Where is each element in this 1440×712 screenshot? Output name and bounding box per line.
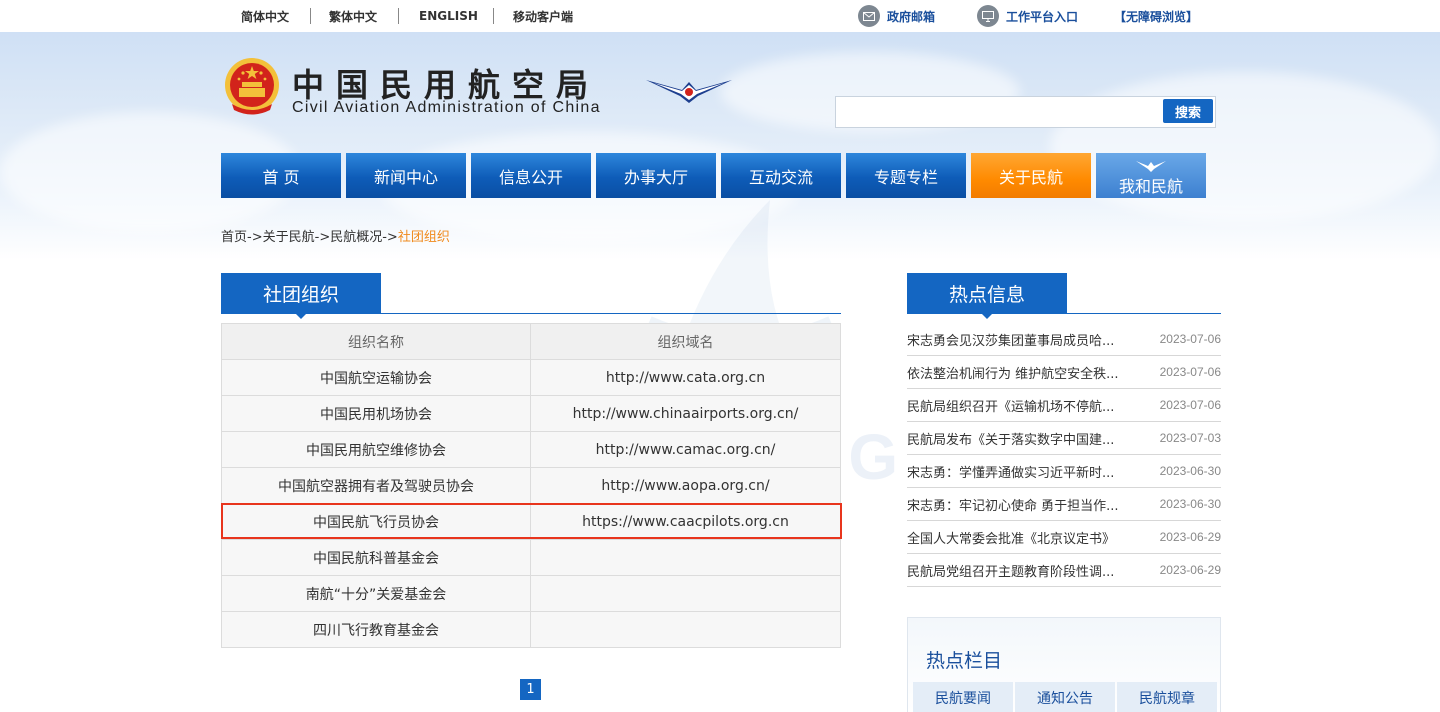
list-item[interactable]: 全国人大常委会批准《北京议定书》 2023-06-29 (907, 521, 1221, 554)
org-domain-link[interactable]: http://www.chinaairports.org.cn/ (530, 395, 841, 432)
news-title-link[interactable]: 民航局发布《关于落实数字中国建... (907, 429, 1114, 448)
list-item[interactable]: 宋志勇：牢记初心使命 勇于担当作... 2023-06-30 (907, 488, 1221, 521)
hot-info-divider (907, 313, 1221, 314)
org-name: 中国航空运输协会 (221, 359, 531, 396)
national-emblem-icon (222, 56, 282, 118)
org-name: 中国民航科普基金会 (221, 539, 531, 576)
breadcrumb-overview[interactable]: 民航概况 (330, 230, 382, 245)
news-date: 2023-06-30 (1159, 464, 1221, 478)
table-row: 中国航空器拥有者及驾驶员协会 http://www.aopa.org.cn/ (221, 467, 841, 504)
table-row: 中国民用机场协会 http://www.chinaairports.org.cn/ (221, 395, 841, 432)
search-box (835, 96, 1216, 128)
table-row: 中国航空运输协会 http://www.cata.org.cn (221, 359, 841, 396)
breadcrumb-about[interactable]: 关于民航 (263, 230, 315, 245)
table-row: 中国民航科普基金会 (221, 539, 841, 576)
breadcrumb-home[interactable]: 首页 (221, 230, 247, 245)
table-row: 南航“十分”关爱基金会 (221, 575, 841, 612)
lang-simplified-link[interactable]: 简体中文 (241, 0, 289, 32)
news-title-link[interactable]: 依法整治机闹行为 维护航空安全秩... (907, 363, 1119, 382)
news-date: 2023-07-06 (1159, 398, 1221, 412)
hot-columns-title: 热点栏目 (926, 650, 1003, 672)
hot-columns-panel: 热点栏目 民航要闻 通知公告 民航规章 (907, 617, 1221, 712)
news-title-link[interactable]: 宋志勇会见汉莎集团董事局成员哈... (907, 330, 1114, 349)
search-button[interactable]: 搜索 (1163, 99, 1213, 123)
news-title-link[interactable]: 全国人大常委会批准《北京议定书》 (907, 528, 1115, 547)
org-domain-link[interactable]: https://www.caacpilots.org.cn (530, 503, 841, 540)
workbench-label: 工作平台入口 (1006, 9, 1079, 24)
divider (493, 8, 494, 24)
nav-news[interactable]: 新闻中心 (346, 153, 466, 198)
workbench-link[interactable]: 工作平台入口 (977, 0, 1078, 32)
org-name: 中国民航飞行员协会 (221, 503, 531, 540)
top-utility-bar: 简体中文 繁体中文 ENGLISH 移动客户端 政府邮箱 工作平台入口 【无障碍… (0, 0, 1440, 32)
org-name: 四川飞行教育基金会 (221, 611, 531, 648)
org-name: 中国民用航空维修协会 (221, 431, 531, 468)
column-notices-button[interactable]: 通知公告 (1015, 682, 1115, 712)
accessible-browse-link[interactable]: 【无障碍浏览】 (1114, 0, 1198, 32)
column-regulations-button[interactable]: 民航规章 (1117, 682, 1217, 712)
org-name: 中国民用机场协会 (221, 395, 531, 432)
list-item[interactable]: 宋志勇：学懂弄通做实习近平新时... 2023-06-30 (907, 455, 1221, 488)
news-date: 2023-07-03 (1159, 431, 1221, 445)
news-date: 2023-07-06 (1159, 365, 1221, 379)
search-input[interactable] (842, 101, 1160, 123)
monitor-icon (977, 5, 999, 27)
list-item[interactable]: 民航局发布《关于落实数字中国建... 2023-07-03 (907, 422, 1221, 455)
nav-about-caac[interactable]: 关于民航 (971, 153, 1091, 198)
org-name: 中国航空器拥有者及驾驶员协会 (221, 467, 531, 504)
breadcrumb-current: 社团组织 (397, 230, 450, 245)
news-date: 2023-07-06 (1159, 332, 1221, 346)
divider (310, 8, 311, 24)
news-title-link[interactable]: 民航局组织召开《运输机场不停航... (907, 396, 1114, 415)
table-header-row: 组织名称 组织域名 (221, 323, 841, 360)
org-domain-link (530, 575, 841, 612)
news-date: 2023-06-30 (1159, 497, 1221, 511)
table-row: 四川飞行教育基金会 (221, 611, 841, 648)
lang-traditional-link[interactable]: 繁体中文 (329, 0, 377, 32)
hot-news-list: 宋志勇会见汉莎集团董事局成员哈... 2023-07-06 依法整治机闹行为 维护… (907, 323, 1221, 587)
mail-icon (858, 5, 880, 27)
nav-info-public[interactable]: 信息公开 (471, 153, 591, 198)
news-title-link[interactable]: 宋志勇：学懂弄通做实习近平新时... (907, 462, 1114, 481)
news-date: 2023-06-29 (1159, 563, 1221, 577)
column-header-domain: 组织域名 (530, 323, 841, 360)
org-domain-link (530, 539, 841, 576)
news-date: 2023-06-29 (1159, 530, 1221, 544)
nav-interaction[interactable]: 互动交流 (721, 153, 841, 198)
nav-topics[interactable]: 专题专栏 (846, 153, 966, 198)
section-title: 社团组织 (221, 273, 381, 319)
org-domain-link[interactable]: http://www.aopa.org.cn/ (530, 467, 841, 504)
hot-info-title: 热点信息 (907, 273, 1067, 319)
table-row: 中国民航飞行员协会 https://www.caacpilots.org.cn (221, 503, 841, 540)
nav-me-and-caac[interactable]: 我和民航 (1096, 153, 1206, 198)
list-item[interactable]: 民航局组织召开《运输机场不停航... 2023-07-06 (907, 389, 1221, 422)
section-divider (221, 313, 841, 314)
list-item[interactable]: 宋志勇会见汉莎集团董事局成员哈... 2023-07-06 (907, 323, 1221, 356)
list-item[interactable]: 依法整治机闹行为 维护航空安全秩... 2023-07-06 (907, 356, 1221, 389)
organization-table: 组织名称 组织域名 中国航空运输协会 http://www.cata.org.cn… (221, 323, 841, 648)
column-header-name: 组织名称 (221, 323, 531, 360)
list-item[interactable]: 民航局党组召开主题教育阶段性调... 2023-06-29 (907, 554, 1221, 587)
site-title-en: Civil Aviation Administration of China (292, 99, 601, 116)
org-name: 南航“十分”关爱基金会 (221, 575, 531, 612)
nav-home[interactable]: 首 页 (221, 153, 341, 198)
org-domain-link[interactable]: http://www.camac.org.cn/ (530, 431, 841, 468)
mobile-client-link[interactable]: 移动客户端 (513, 0, 573, 32)
column-caac-news-button[interactable]: 民航要闻 (913, 682, 1013, 712)
news-title-link[interactable]: 宋志勇：牢记初心使命 勇于担当作... (907, 495, 1119, 514)
nav-service-hall[interactable]: 办事大厅 (596, 153, 716, 198)
lang-english-link[interactable]: ENGLISH (419, 0, 478, 32)
divider (398, 8, 399, 24)
gov-mail-link[interactable]: 政府邮箱 (858, 0, 935, 32)
page-number-button[interactable]: 1 (520, 679, 541, 700)
org-domain-link[interactable]: http://www.cata.org.cn (530, 359, 841, 396)
gov-mail-label: 政府邮箱 (887, 9, 936, 24)
news-title-link[interactable]: 民航局党组召开主题教育阶段性调... (907, 561, 1114, 580)
breadcrumb: 首页->关于民航->民航概况->社团组织 (221, 230, 450, 245)
nav-me-and-caac-label: 我和民航 (1118, 177, 1183, 196)
org-domain-link (530, 611, 841, 648)
table-row: 中国民用航空维修协会 http://www.camac.org.cn/ (221, 431, 841, 468)
wing-icon (1136, 161, 1166, 172)
caac-wing-logo-icon (646, 76, 732, 104)
